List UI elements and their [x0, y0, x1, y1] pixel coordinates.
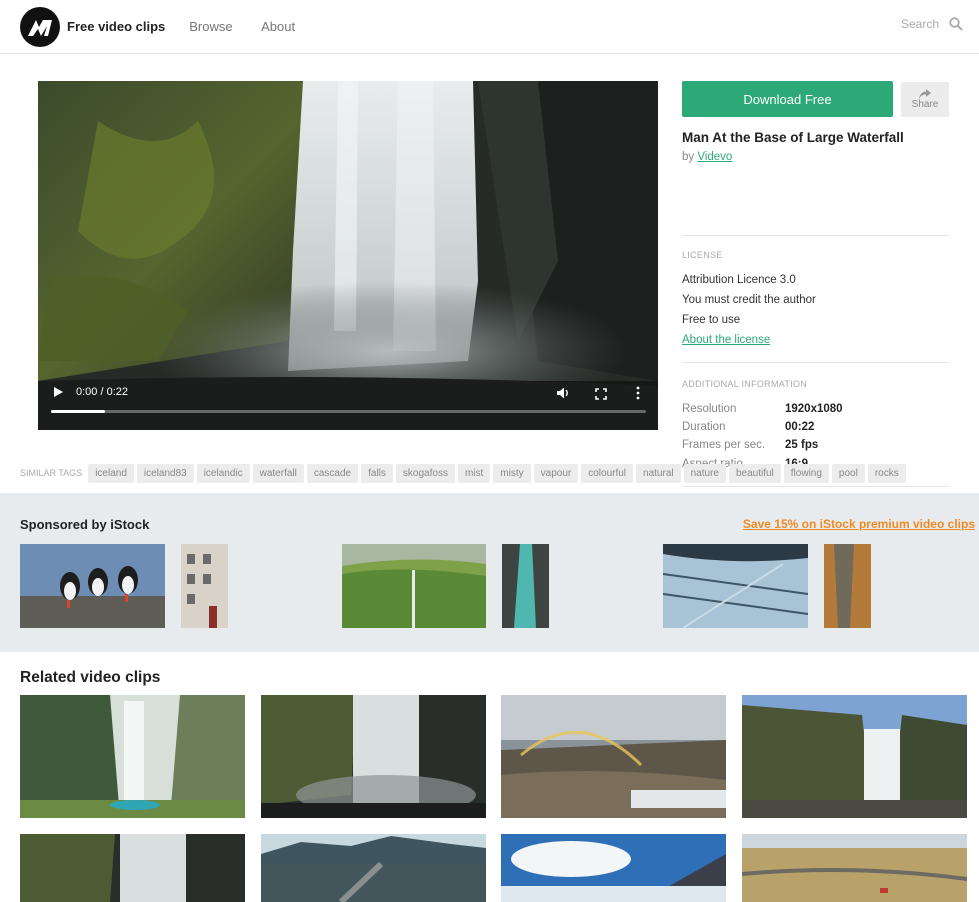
player-controls: 0:00 / 0:22: [38, 370, 658, 430]
related-clip-thumb[interactable]: [742, 834, 967, 902]
info-heading: ADDITIONAL INFORMATION: [682, 379, 808, 389]
tag[interactable]: flowing: [783, 463, 829, 483]
related-title: Related video clips: [20, 669, 161, 686]
play-icon[interactable]: [52, 386, 64, 398]
by-prefix: by: [682, 151, 695, 163]
related-clip-thumb[interactable]: [20, 695, 245, 818]
license-line: You must credit the author: [682, 294, 816, 306]
license-heading: LICENSE: [682, 250, 723, 260]
similar-tags: SIMILAR TAGS iceland iceland83 icelandic…: [20, 463, 979, 483]
divider: [682, 362, 949, 363]
tag[interactable]: beautiful: [728, 463, 781, 483]
tag[interactable]: vapour: [533, 463, 579, 483]
tag[interactable]: rocks: [867, 463, 906, 483]
tag[interactable]: skogafoss: [395, 463, 455, 483]
license-line: Free to use: [682, 314, 741, 326]
tag[interactable]: falls: [361, 463, 393, 483]
sponsored-thumb-ridge[interactable]: [824, 544, 871, 628]
related-clip-thumb[interactable]: [20, 834, 245, 902]
search-icon[interactable]: [949, 17, 963, 31]
license-line: Attribution Licence 3.0: [682, 274, 796, 286]
sponsored-thumb-green-valley[interactable]: [342, 544, 486, 628]
sponsored-thumb-glacier[interactable]: [663, 544, 808, 628]
progress-fill: [51, 410, 105, 413]
info-label: Frames per sec.: [682, 439, 766, 451]
more-options-icon[interactable]: [636, 386, 640, 400]
related-clip-thumb[interactable]: [501, 834, 726, 902]
author-link[interactable]: Videvo: [697, 151, 732, 163]
main-nav: Browse About: [165, 18, 295, 36]
author-line: by Videvo: [682, 151, 732, 163]
site-header: Free video clips Browse About: [0, 0, 979, 54]
share-button[interactable]: Share: [901, 82, 949, 117]
nav-about[interactable]: About: [261, 19, 295, 34]
time-display: 0:00 / 0:22: [76, 386, 128, 398]
sponsored-thumb-puffins[interactable]: [20, 544, 165, 628]
info-value: 00:22: [785, 421, 815, 433]
info-row-fps: Frames per sec. 25 fps: [682, 439, 949, 451]
tag[interactable]: pool: [831, 463, 865, 483]
tag[interactable]: mist: [457, 463, 491, 483]
nav-browse[interactable]: Browse: [189, 19, 232, 34]
video-player[interactable]: 0:00 / 0:22: [38, 81, 658, 430]
tag[interactable]: iceland: [88, 463, 134, 483]
istock-discount-link[interactable]: Save 15% on iStock premium video clips: [743, 517, 975, 531]
divider: [682, 486, 949, 487]
progress-bar[interactable]: [51, 410, 646, 413]
related-clip-thumb[interactable]: [501, 695, 726, 818]
info-label: Resolution: [682, 403, 737, 415]
tag[interactable]: colourful: [581, 463, 634, 483]
volume-icon[interactable]: [556, 386, 570, 400]
divider: [682, 235, 949, 236]
info-label: Duration: [682, 421, 726, 433]
download-button[interactable]: Download Free: [682, 81, 893, 117]
tag[interactable]: iceland83: [136, 463, 194, 483]
share-label: Share: [911, 99, 939, 110]
related-clip-thumb[interactable]: [261, 695, 486, 818]
share-icon: [919, 89, 931, 99]
tag[interactable]: nature: [683, 463, 726, 483]
about-license-link[interactable]: About the license: [682, 334, 770, 346]
search-input[interactable]: [879, 17, 939, 31]
tag[interactable]: cascade: [306, 463, 359, 483]
info-row-resolution: Resolution 1920x1080: [682, 403, 949, 415]
related-clip-thumb[interactable]: [742, 695, 967, 818]
logo-icon[interactable]: [20, 6, 60, 47]
sponsored-thumb-building[interactable]: [181, 544, 228, 628]
info-value: 1920x1080: [785, 403, 843, 415]
sponsored-thumb-canyon[interactable]: [502, 544, 549, 628]
main-content: 0:00 / 0:22 Download Free Share Man At t…: [0, 54, 979, 487]
tag[interactable]: natural: [636, 463, 681, 483]
fullscreen-icon[interactable]: [595, 388, 607, 400]
tag[interactable]: misty: [493, 463, 531, 483]
search-box: [879, 17, 963, 31]
tag[interactable]: icelandic: [196, 463, 250, 483]
clip-title: Man At the Base of Large Waterfall: [682, 130, 904, 145]
info-row-duration: Duration 00:22: [682, 421, 949, 433]
info-value: 25 fps: [785, 439, 819, 451]
sponsored-section: Sponsored by iStock Save 15% on iStock p…: [0, 493, 979, 652]
brand-link[interactable]: Free video clips: [67, 19, 165, 34]
tags-label: SIMILAR TAGS: [20, 468, 83, 478]
sponsored-title: Sponsored by iStock: [20, 517, 150, 532]
related-clip-thumb[interactable]: [261, 834, 486, 902]
tag[interactable]: waterfall: [252, 463, 304, 483]
